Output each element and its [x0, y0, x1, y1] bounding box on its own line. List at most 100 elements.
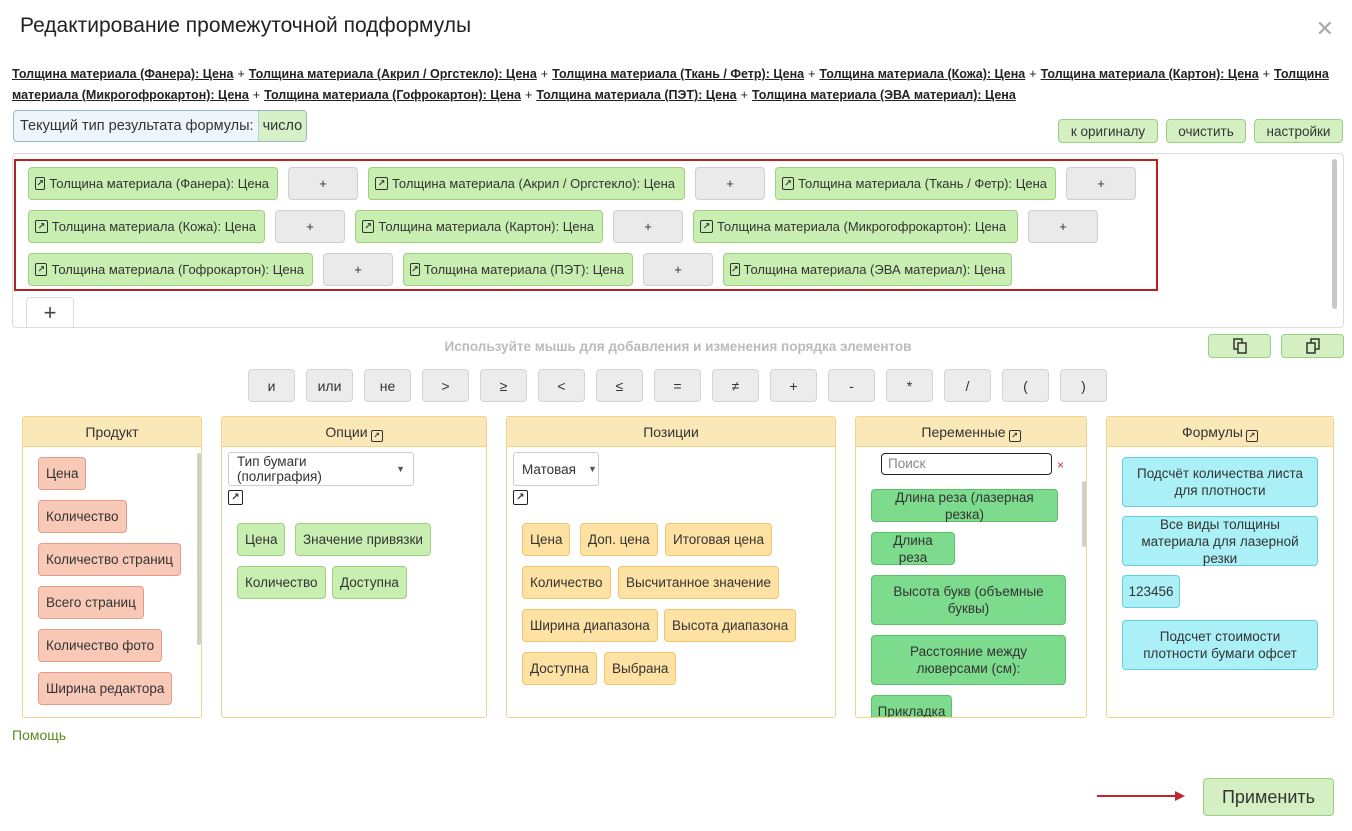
chip-label: Толщина материала (ЭВА материал): Цена — [743, 262, 1006, 277]
formula-term[interactable]: Толщина материала (Картон): Цена — [1041, 67, 1259, 81]
open-link-icon[interactable]: ↗ — [513, 490, 528, 505]
variables-item[interactable]: Прикладка — [871, 695, 952, 717]
operator-button[interactable]: или — [306, 369, 353, 402]
operator-button[interactable]: > — [422, 369, 469, 402]
apply-button[interactable]: Применить — [1203, 778, 1334, 816]
editor-variable-chip[interactable]: ↗ Толщина материала (ЭВА материал): Цена — [723, 253, 1012, 286]
options-item[interactable]: Количество — [237, 566, 326, 599]
editor-variable-chip[interactable]: ↗ Толщина материала (Ткань / Фетр): Цена — [775, 167, 1056, 200]
positions-item[interactable]: Цена — [522, 523, 571, 556]
editor-variable-chip[interactable]: ↗ Толщина материала (Акрил / Оргстекло): … — [368, 167, 685, 200]
editor-variable-chip[interactable]: ↗ Толщина материала (Гофрокартон): Цена — [28, 253, 313, 286]
open-link-icon[interactable]: ↗ — [35, 220, 48, 233]
product-item[interactable]: Количество фото — [38, 629, 163, 662]
editor-variable-chip[interactable]: ↗ Толщина материала (Микрогофрокартон): Ц… — [693, 210, 1018, 243]
open-link-icon[interactable]: ↗ — [1245, 430, 1258, 442]
formula-term[interactable]: Толщина материала (Фанера): Цена — [12, 67, 233, 81]
editor-operator-chip[interactable]: + — [288, 167, 358, 200]
formula-term[interactable]: Толщина материала (Акрил / Оргстекло): Ц… — [249, 67, 537, 81]
editor-operator-chip[interactable]: + — [275, 210, 345, 243]
formula-term[interactable]: Толщина материала (Кожа): Цена — [819, 67, 1025, 81]
options-select[interactable]: Тип бумаги (полиграфия) ▼ — [228, 452, 414, 486]
formulas-item[interactable]: Подсчет стоимости плотности бумаги офсет — [1122, 620, 1318, 670]
formulas-item[interactable]: 123456 — [1122, 575, 1180, 608]
editor-operator-chip[interactable]: + — [323, 253, 393, 286]
formula-term[interactable]: Толщина материала (ПЭТ): Цена — [536, 88, 736, 102]
options-item[interactable]: Цена — [237, 523, 286, 556]
operator-button[interactable]: / — [944, 369, 991, 402]
product-item[interactable]: Ширина редактора — [38, 672, 173, 705]
positions-item[interactable]: Высчитанное значение — [618, 566, 779, 599]
settings-button[interactable]: настройки — [1254, 119, 1343, 143]
operator-button[interactable]: ( — [1002, 369, 1049, 402]
paste-button[interactable] — [1281, 334, 1344, 358]
help-link[interactable]: Помощь — [12, 727, 66, 743]
operator-button[interactable]: - — [828, 369, 875, 402]
variables-scrollbar[interactable] — [1082, 481, 1086, 547]
open-link-icon[interactable]: ↗ — [410, 263, 420, 276]
open-link-icon[interactable]: ↗ — [782, 177, 795, 190]
product-item[interactable]: Количество — [38, 500, 127, 533]
to-original-button[interactable]: к оригиналу — [1058, 119, 1158, 143]
operator-button[interactable]: ≠ — [712, 369, 759, 402]
editor-operator-chip[interactable]: + — [643, 253, 713, 286]
options-item[interactable]: Значение привязки — [295, 523, 431, 556]
open-link-icon[interactable]: ↗ — [375, 177, 388, 190]
add-row-button[interactable]: + — [26, 297, 74, 327]
positions-select[interactable]: Матовая ▼ — [513, 452, 599, 486]
clear-button[interactable]: очистить — [1166, 119, 1246, 143]
variables-item[interactable]: Длина реза (лазерная резка) — [871, 489, 1058, 522]
options-item[interactable]: Доступна — [332, 566, 407, 599]
product-item[interactable]: Цена — [38, 457, 87, 490]
editor-operator-chip[interactable]: + — [613, 210, 683, 243]
variables-item[interactable]: Высота букв (объемные буквы) — [871, 575, 1066, 625]
operator-button[interactable]: < — [538, 369, 585, 402]
formula-term[interactable]: Толщина материала (Ткань / Фетр): Цена — [552, 67, 804, 81]
open-link-icon[interactable]: ↗ — [35, 177, 46, 190]
copy-button[interactable] — [1208, 334, 1271, 358]
product-item[interactable]: Всего страниц — [38, 586, 144, 619]
close-icon[interactable]: ✕ — [1316, 16, 1334, 42]
open-link-icon[interactable]: ↗ — [1008, 430, 1021, 442]
operator-button[interactable]: не — [364, 369, 411, 402]
open-link-icon[interactable]: ↗ — [370, 430, 383, 442]
operator-button[interactable]: ) — [1060, 369, 1107, 402]
editor-variable-chip[interactable]: ↗ Толщина материала (Картон): Цена — [355, 210, 603, 243]
editor-scrollbar[interactable] — [1332, 159, 1337, 309]
variables-search-input[interactable]: Поиск — [881, 453, 1052, 475]
editor-operator-chip[interactable]: + — [1066, 167, 1136, 200]
editor-operator-chip[interactable]: + — [695, 167, 765, 200]
chevron-down-icon: ▼ — [396, 464, 405, 474]
editor-operator-chip[interactable]: + — [1028, 210, 1098, 243]
positions-item[interactable]: Количество — [522, 566, 611, 599]
positions-item[interactable]: Итоговая цена — [665, 523, 773, 556]
operator-button[interactable]: ≥ — [480, 369, 527, 402]
open-link-icon[interactable]: ↗ — [228, 490, 243, 505]
editor-variable-chip[interactable]: ↗ Толщина материала (ПЭТ): Цена — [403, 253, 633, 286]
product-item[interactable]: Количество страниц — [38, 543, 181, 576]
variables-item[interactable]: Длина реза — [871, 532, 955, 565]
formulas-item[interactable]: Подсчёт количества листа для плотности — [1122, 457, 1318, 507]
positions-item[interactable]: Ширина диапазона — [522, 609, 658, 642]
operator-button[interactable]: * — [886, 369, 933, 402]
positions-item[interactable]: Высота диапазона — [664, 609, 797, 642]
operator-button[interactable]: = — [654, 369, 701, 402]
operator-button[interactable]: и — [248, 369, 295, 402]
operator-button[interactable]: + — [770, 369, 817, 402]
open-link-icon[interactable]: ↗ — [730, 263, 740, 276]
positions-item[interactable]: Доп. цена — [580, 523, 658, 556]
open-link-icon[interactable]: ↗ — [35, 263, 48, 276]
editor-variable-chip[interactable]: ↗ Толщина материала (Фанера): Цена — [28, 167, 278, 200]
positions-item[interactable]: Выбрана — [604, 652, 677, 685]
operator-button[interactable]: ≤ — [596, 369, 643, 402]
open-link-icon[interactable]: ↗ — [362, 220, 375, 233]
formula-term[interactable]: Толщина материала (Гофрокартон): Цена — [264, 88, 521, 102]
variables-item[interactable]: Расстояние между люверсами (см): — [871, 635, 1066, 685]
editor-variable-chip[interactable]: ↗ Толщина материала (Кожа): Цена — [28, 210, 265, 243]
clear-search-icon[interactable]: × — [1057, 458, 1064, 472]
formula-term[interactable]: Толщина материала (ЭВА материал): Цена — [752, 88, 1016, 102]
formulas-item[interactable]: Все виды толщины материала для лазерной … — [1122, 516, 1318, 566]
open-link-icon[interactable]: ↗ — [700, 220, 713, 233]
product-scrollbar[interactable] — [197, 453, 201, 645]
positions-item[interactable]: Доступна — [522, 652, 597, 685]
